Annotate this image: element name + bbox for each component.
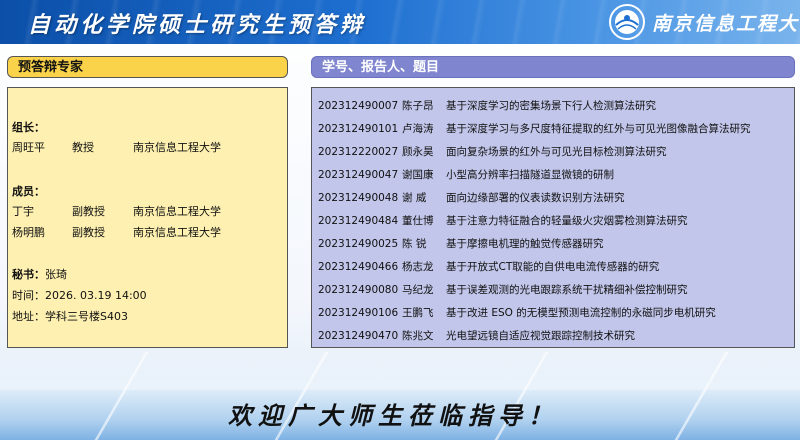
- leader-org: 南京信息工程大学: [133, 141, 221, 154]
- leader-label: 组长：: [12, 121, 45, 134]
- place-row: 地址：学科三号楼S403: [12, 308, 128, 324]
- thesis-topic: 面向复杂场景的红外与可见光目标检测算法研究: [446, 146, 667, 158]
- student-id: 202312490470: [318, 330, 399, 342]
- thesis-topic: 小型高分辨率扫描隧道显微镜的研制: [446, 169, 614, 181]
- list-item: 202312490466 杨志龙 基于开放式CT取能的自供电电流传感器的研究: [318, 259, 659, 274]
- member-org: 南京信息工程大学: [133, 226, 221, 239]
- list-item: 202312490047 谢国康 小型高分辨率扫描隧道显微镜的研制: [318, 167, 614, 182]
- student-name: 顾永昊: [402, 146, 434, 158]
- experts-panel: 组长： 周旺平 教授 南京信息工程大学 成员： 丁宇 副教授 南京信息工程大学 …: [7, 87, 288, 348]
- thesis-topic: 光电望远镜自适应视觉跟踪控制技术研究: [446, 330, 635, 342]
- members-label: 成员：: [12, 185, 45, 198]
- page-title: 自动化学院硕士研究生预答辩: [28, 12, 367, 38]
- member-name: 杨明鹏: [12, 226, 45, 239]
- list-item: 202312490484 董仕博 基于注意力特征融合的轻量级火灾烟雾检测算法研究: [318, 213, 688, 228]
- secretary-name: 张琦: [45, 268, 67, 281]
- student-name: 卢海涛: [402, 123, 434, 135]
- university-logo: 南京信息工程大学: [608, 3, 800, 41]
- student-id: 202312490025: [318, 238, 399, 250]
- thesis-topic: 基于摩擦电机理的触觉传感器研究: [446, 238, 604, 250]
- thesis-topic: 面向边缘部署的仪表读数识别方法研究: [446, 192, 625, 204]
- student-name: 马纪龙: [402, 284, 434, 296]
- place-label: 地址：: [12, 310, 45, 323]
- student-name: 杨志龙: [402, 261, 434, 273]
- student-id: 202312490047: [318, 169, 399, 181]
- student-name: 陈 锐: [402, 238, 427, 250]
- schedule-panel: 202312490007 陈子昂 基于深度学习的密集场景下行人检测算法研究 2023…: [311, 87, 795, 348]
- student-id: 202312490007: [318, 100, 399, 112]
- thesis-topic: 基于误差观测的光电跟踪系统干扰精细补偿控制研究: [446, 284, 688, 296]
- leader-rank: 教授: [72, 141, 94, 154]
- university-emblem-icon: [609, 4, 645, 40]
- student-name: 谢 威: [402, 192, 427, 204]
- student-name: 陈子昂: [402, 100, 434, 112]
- student-id: 202312490048: [318, 192, 399, 204]
- list-item: 202312490048 谢 威 面向边缘部署的仪表读数识别方法研究: [318, 190, 625, 205]
- university-logo-text: 南京信息工程大学: [652, 13, 800, 35]
- member-rank: 副教授: [72, 226, 105, 239]
- secretary-label: 秘书：: [12, 268, 45, 281]
- time-label: 时间：: [12, 289, 45, 302]
- student-name: 董仕博: [402, 215, 434, 227]
- schedule-panel-title: 学号、报告人、题目: [311, 56, 795, 78]
- thesis-topic: 基于深度学习的密集场景下行人检测算法研究: [446, 100, 656, 112]
- list-item: 202312490025 陈 锐 基于摩擦电机理的触觉传感器研究: [318, 236, 604, 251]
- list-item: 202312220027 顾永昊 面向复杂场景的红外与可见光目标检测算法研究: [318, 144, 667, 159]
- secretary-row: 秘书：张琦: [12, 266, 67, 282]
- leader-name: 周旺平: [12, 141, 45, 154]
- student-id: 202312490466: [318, 261, 399, 273]
- experts-panel-title: 预答辩专家: [7, 56, 288, 78]
- welcome-message: 欢迎广大师生莅临指导！: [228, 401, 558, 430]
- place-value: 学科三号楼S403: [45, 310, 128, 323]
- student-id: 202312490484: [318, 215, 399, 227]
- thesis-topic: 基于注意力特征融合的轻量级火灾烟雾检测算法研究: [446, 215, 688, 227]
- list-item: 202312490106 王鹏飞 基于改进 ESO 的无模型预测电流控制的永磁同步电…: [318, 305, 716, 320]
- list-item: 202312490080 马纪龙 基于误差观测的光电跟踪系统干扰精细补偿控制研究: [318, 282, 688, 297]
- header-banner: 自动化学院硕士研究生预答辩 南京信息工程大学: [0, 0, 800, 44]
- member-rank: 副教授: [72, 205, 105, 218]
- member-org: 南京信息工程大学: [133, 205, 221, 218]
- list-item: 202312490101 卢海涛 基于深度学习与多尺度特征提取的红外与可见光图像融合…: [318, 121, 751, 136]
- list-item: 202312490007 陈子昂 基于深度学习的密集场景下行人检测算法研究: [318, 98, 656, 113]
- time-row: 时间：2026. 03.19 14:00: [12, 287, 147, 303]
- student-id: 202312490106: [318, 307, 399, 319]
- student-id: 202312220027: [318, 146, 399, 158]
- student-id: 202312490080: [318, 284, 399, 296]
- student-id: 202312490101: [318, 123, 399, 135]
- thesis-topic: 基于深度学习与多尺度特征提取的红外与可见光图像融合算法研究: [446, 123, 751, 135]
- thesis-topic: 基于改进 ESO 的无模型预测电流控制的永磁同步电机研究: [446, 307, 716, 319]
- list-item: 202312490470 陈兆文 光电望远镜自适应视觉跟踪控制技术研究: [318, 328, 635, 343]
- thesis-topic: 基于开放式CT取能的自供电电流传感器的研究: [446, 261, 660, 273]
- member-name: 丁宇: [12, 205, 34, 218]
- student-name: 谢国康: [402, 169, 434, 181]
- student-name: 王鹏飞: [402, 307, 434, 319]
- time-value: 2026. 03.19 14:00: [45, 289, 147, 302]
- student-name: 陈兆文: [402, 330, 434, 342]
